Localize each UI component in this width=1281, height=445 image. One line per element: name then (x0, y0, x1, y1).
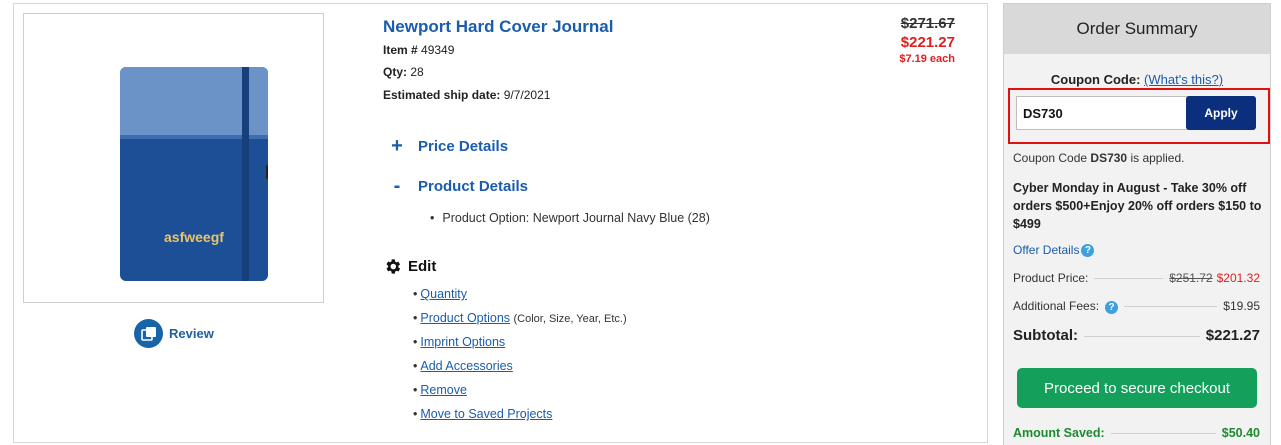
offer-details-link[interactable]: Offer Details ? (1013, 243, 1095, 257)
price-details-label: Price Details (418, 137, 509, 155)
ship-date-value: 9/7/2021 (503, 88, 551, 102)
offer-details-label: Offer Details (1013, 243, 1080, 257)
coupon-label-row: Coupon Code: (What's this?) (1004, 72, 1270, 87)
review-button[interactable]: Review (134, 319, 214, 348)
gear-icon (386, 259, 401, 274)
price-details-toggle[interactable]: + Price Details (390, 135, 509, 157)
additional-fees-row: Additional Fees: ? $19.95 (1013, 299, 1260, 314)
product-price-row: Product Price: $251.72 $201.32 (1013, 271, 1260, 285)
additional-fees-value: $19.95 (1223, 299, 1260, 313)
leader-line (1094, 278, 1164, 279)
edit-links-list: Quantity Product Options (Color, Size, Y… (413, 287, 627, 431)
product-price-label: Product Price: (1013, 271, 1089, 285)
list-item: Move to Saved Projects (413, 407, 627, 431)
additional-fees-label: Additional Fees: (1013, 299, 1100, 313)
product-price-current: $201.32 (1216, 271, 1260, 285)
leader-line (1124, 306, 1218, 307)
ship-date-label: Estimated ship date: (383, 88, 501, 102)
product-options-link[interactable]: Product Options (420, 311, 510, 325)
applied-prefix: Coupon Code (1013, 151, 1088, 165)
applied-suffix: is applied. (1130, 151, 1185, 165)
edit-heading: Edit (383, 257, 436, 276)
order-summary-title: Order Summary (1004, 4, 1270, 54)
product-option-item: Product Option: Newport Journal Navy Blu… (430, 211, 710, 225)
amount-saved-row: Amount Saved: $50.40 (1013, 426, 1260, 440)
applied-code: DS730 (1090, 151, 1128, 165)
order-summary-panel: Order Summary Coupon Code: (What's this?… (1003, 3, 1271, 445)
item-number-value: 49349 (421, 43, 455, 57)
minus-icon: - (393, 175, 401, 197)
coupon-applied-message: Coupon Code DS730 is applied. (1013, 151, 1185, 165)
move-to-saved-link[interactable]: Move to Saved Projects (420, 407, 552, 421)
product-price-original: $251.72 (1169, 271, 1213, 285)
amount-saved-label: Amount Saved: (1013, 426, 1105, 440)
list-item: Remove (413, 383, 627, 407)
quantity-value: 28 (410, 65, 424, 79)
quantity-label: Qty: (383, 65, 407, 79)
review-icon (134, 319, 163, 348)
list-item: Imprint Options (413, 335, 627, 359)
item-prices: $271.67 $221.27 $7.19 each (899, 15, 955, 65)
help-icon[interactable]: ? (1105, 301, 1119, 314)
current-price: $221.27 (900, 34, 955, 51)
whats-this-link[interactable]: (What's this?) (1144, 72, 1223, 87)
ship-date-row: Estimated ship date: 9/7/2021 (383, 88, 550, 102)
review-label: Review (169, 326, 214, 341)
original-price: $271.67 (900, 15, 955, 32)
quantity-link[interactable]: Quantity (420, 287, 467, 301)
coupon-code-label: Coupon Code: (1050, 72, 1141, 87)
leader-line (1110, 433, 1216, 434)
list-item: Add Accessories (413, 359, 627, 383)
list-item: Product Options (Color, Size, Year, Etc.… (413, 311, 627, 335)
product-details-label: Product Details (418, 177, 529, 195)
quantity-row: Qty: 28 (383, 65, 424, 79)
imprint-options-link[interactable]: Imprint Options (420, 335, 505, 349)
leader-line (1084, 336, 1200, 337)
subtotal-label: Subtotal: (1013, 327, 1078, 344)
amount-saved-value: $50.40 (1221, 426, 1260, 440)
apply-coupon-button[interactable]: Apply (1186, 96, 1256, 130)
item-number-label: Item # (383, 43, 418, 57)
checkout-button[interactable]: Proceed to secure checkout (1017, 368, 1257, 408)
subtotal-row: Subtotal: $221.27 (1013, 327, 1260, 344)
product-options-note: (Color, Size, Year, Etc.) (513, 313, 627, 325)
plus-icon: + (391, 135, 403, 157)
unit-price: $7.19 each (899, 53, 955, 65)
product-title[interactable]: Newport Hard Cover Journal (383, 17, 614, 37)
item-number-row: Item # 49349 (383, 43, 454, 57)
list-item: Quantity (413, 287, 627, 311)
product-image: asfweegf (120, 67, 268, 281)
product-details-toggle[interactable]: - Product Details (390, 175, 529, 197)
add-accessories-link[interactable]: Add Accessories (420, 359, 512, 373)
product-image-frame[interactable]: asfweegf (23, 13, 324, 303)
help-icon: ? (1081, 243, 1095, 257)
edit-label: Edit (408, 258, 437, 275)
coupon-input[interactable] (1016, 96, 1188, 130)
coupon-highlight-box: Apply (1008, 88, 1270, 144)
remove-link[interactable]: Remove (420, 383, 467, 397)
promo-description: Cyber Monday in August - Take 30% off or… (1013, 181, 1262, 231)
imprint-text: asfweegf (164, 229, 224, 245)
subtotal-value: $221.27 (1205, 327, 1260, 344)
